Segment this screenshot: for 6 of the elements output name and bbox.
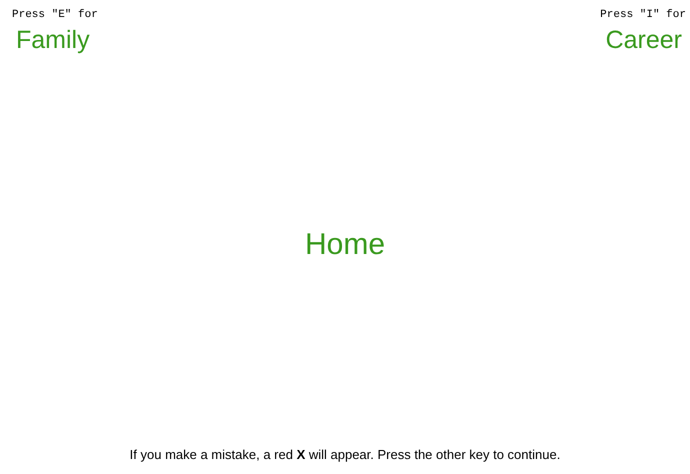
- instruction-text: If you make a mistake, a red X will appear. Press the other key to continue.: [130, 446, 560, 464]
- category-label: Career: [604, 25, 683, 56]
- stimulus-word: Home: [304, 226, 386, 263]
- key-prompt: Press "E" for: [12, 10, 98, 21]
- key-prompt: Press "I" for: [600, 10, 686, 21]
- category-label: Family: [15, 25, 91, 56]
